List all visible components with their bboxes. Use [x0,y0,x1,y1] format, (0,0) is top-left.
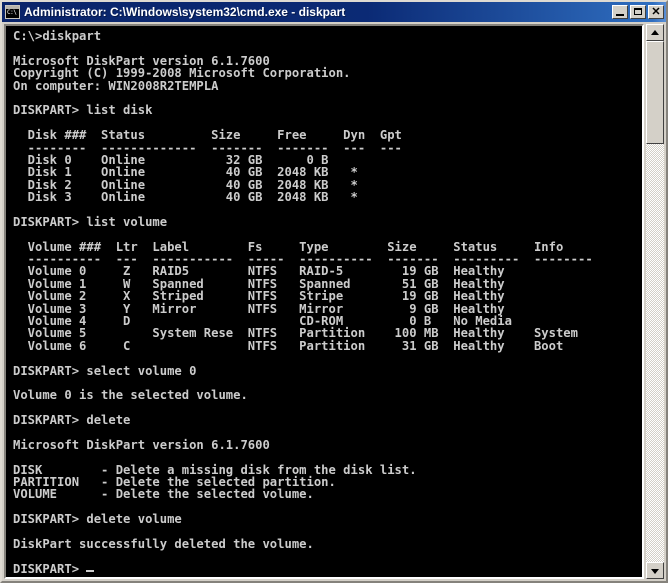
console-line: DISKPART> list disk [13,103,153,118]
vertical-scrollbar[interactable] [646,24,664,579]
title-bar[interactable]: C:\ Administrator: C:\Windows\system32\c… [2,2,666,22]
console-line: Volume 2 X Striped NTFS Stripe 19 GB Hea… [13,289,505,304]
console-line: VOLUME - Delete the selected volume. [13,487,314,502]
console-line: Volume 6 C NTFS Partition 31 GB Healthy … [13,338,564,353]
console-line: Microsoft DiskPart version 6.1.7600 [13,437,270,452]
maximize-button[interactable] [630,5,646,19]
console-line: DiskPart successfully deleted the volume… [13,537,314,552]
console-line: On computer: WIN2008R2TEMPLA [13,78,219,93]
console-line: DISKPART> list volume [13,214,168,229]
cmd-icon-glyph: C:\ [7,9,17,16]
console-line: Disk 1 Online 40 GB 2048 KB * [13,165,358,180]
console-prompt-line: DISKPART> [13,563,642,575]
minimize-button[interactable] [612,5,628,19]
console-line: Disk ### Status Size Free Dyn Gpt [13,128,402,143]
close-button[interactable]: ✕ [648,5,664,19]
console-line: Volume 5 System Rese NTFS Partition 100 … [13,326,578,341]
window-title: Administrator: C:\Windows\system32\cmd.e… [24,5,346,19]
console-line: DISKPART> select volume 0 [13,363,197,378]
scroll-down-button[interactable] [646,562,664,579]
cmd-window: C:\ Administrator: C:\Windows\system32\c… [0,0,668,583]
scrollbar-thumb[interactable] [646,41,664,144]
console-line: Copyright (C) 1999-2008 Microsoft Corpor… [13,66,351,81]
text-cursor [86,569,95,572]
console-line: Disk 3 Online 40 GB 2048 KB * [13,190,358,205]
chevron-down-icon [651,568,659,574]
console-viewport[interactable]: C:\>diskpart Microsoft DiskPart version … [4,24,644,579]
console-line: DISKPART> delete [13,413,131,428]
console-line: Volume 0 Z RAID5 NTFS RAID-5 19 GB Healt… [13,264,505,279]
console-line: DISKPART> delete volume [13,512,182,527]
close-icon: ✕ [651,6,661,18]
minimize-icon [616,14,624,16]
window-controls: ✕ [612,5,664,19]
scrollbar-track[interactable] [646,41,664,562]
console-line: Volume 0 is the selected volume. [13,388,248,403]
cmd-icon: C:\ [5,5,20,19]
chevron-up-icon [651,29,659,35]
maximize-icon [634,8,642,15]
console-output[interactable]: C:\>diskpart Microsoft DiskPart version … [6,26,642,577]
console-prompt: DISKPART> [13,561,87,576]
client-area: C:\>diskpart Microsoft DiskPart version … [2,22,666,581]
console-line: C:\>diskpart [13,29,102,43]
scroll-up-button[interactable] [646,24,664,41]
